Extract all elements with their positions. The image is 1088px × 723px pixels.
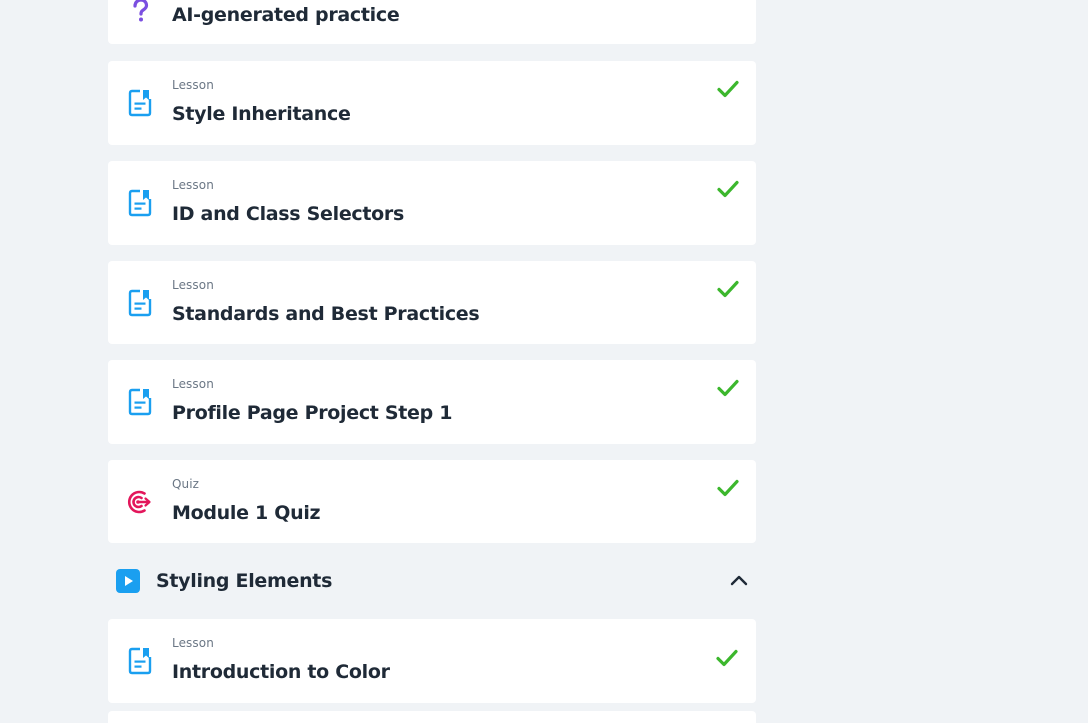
check-icon — [717, 379, 739, 397]
lesson-doc-icon — [128, 189, 152, 217]
item-type-label: Lesson — [172, 278, 214, 292]
quiz-target-icon — [128, 490, 151, 514]
check-icon — [717, 180, 739, 198]
play-icon — [116, 569, 140, 593]
item-title: Profile Page Project Step 1 — [172, 402, 453, 424]
item-type-label: Lesson — [172, 636, 214, 650]
check-icon — [716, 649, 738, 667]
list-item[interactable]: Lesson Standards and Best Practices — [108, 261, 756, 344]
item-type-label: Quiz — [172, 477, 200, 491]
lesson-doc-icon — [128, 289, 152, 317]
list-item[interactable]: Quiz Module 1 Quiz — [108, 460, 756, 543]
check-icon — [717, 479, 739, 497]
list-item[interactable]: Lesson Style Inheritance — [108, 61, 756, 145]
section-header-styling-elements[interactable]: Styling Elements — [108, 559, 756, 603]
lesson-doc-icon — [128, 647, 152, 675]
list-item[interactable] — [108, 711, 756, 723]
check-icon — [717, 80, 739, 98]
item-title: ID and Class Selectors — [172, 203, 404, 225]
practice-title: AI-generated practice — [172, 4, 400, 26]
section-title: Styling Elements — [156, 570, 333, 592]
item-type-label: Lesson — [172, 377, 214, 391]
list-item[interactable]: Lesson ID and Class Selectors — [108, 161, 756, 245]
list-item[interactable]: Lesson Introduction to Color — [108, 619, 756, 703]
lesson-doc-icon — [128, 388, 152, 416]
list-item[interactable]: Lesson Profile Page Project Step 1 — [108, 360, 756, 444]
item-type-label: Lesson — [172, 178, 214, 192]
item-type-label: Lesson — [172, 78, 214, 92]
chevron-up-icon[interactable] — [730, 573, 748, 587]
item-title: Introduction to Color — [172, 661, 390, 683]
lesson-doc-icon — [128, 89, 152, 117]
item-title: Module 1 Quiz — [172, 502, 321, 524]
practice-card[interactable]: AI-generated practice — [108, 0, 756, 44]
check-icon — [717, 280, 739, 298]
item-title: Standards and Best Practices — [172, 303, 480, 325]
question-mark-icon — [133, 0, 149, 22]
item-title: Style Inheritance — [172, 103, 351, 125]
